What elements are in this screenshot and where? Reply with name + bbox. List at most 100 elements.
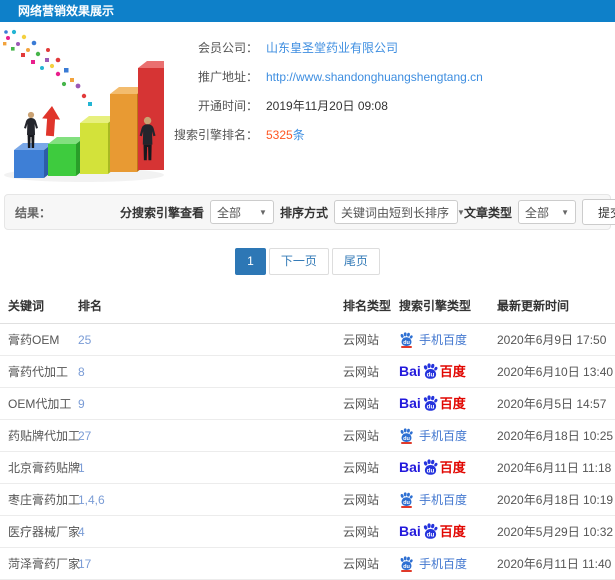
promo-url-label: 推广地址：	[197, 70, 258, 84]
engine-cell: Bai百度 手机百度	[391, 515, 489, 548]
article-type-select[interactable]: 全部 ▼	[518, 200, 576, 224]
rank-link[interactable]: 1	[78, 461, 85, 475]
ranking-count-value: 5325条	[266, 127, 305, 144]
rank-link[interactable]: 9	[78, 397, 85, 411]
baidu-swoosh-icon	[401, 346, 412, 348]
ranking-count-number: 5325	[266, 128, 293, 142]
header-rank: 排名	[70, 291, 335, 324]
baidu-mobile-logo: 手机百度	[399, 427, 467, 444]
article-type-label: 文章类型	[463, 205, 512, 220]
rank-type-cell: 云网站	[335, 547, 391, 580]
table-row: 膏药代加工 8 云网站 Bai百度 手机百度 2020年6月10日 13:40	[0, 355, 615, 388]
baidu-paw-icon	[422, 395, 439, 412]
engine-cell: Bai百度 手机百度	[391, 387, 489, 420]
baidu-pc-logo: Bai 百度	[399, 523, 466, 540]
table-row: 菏泽膏药厂家 17 云网站 Bai百度 手机百度 2020年6月11日 11:4…	[0, 547, 615, 580]
last-page-button[interactable]: 尾页	[331, 248, 380, 275]
company-label: 会员公司：	[197, 41, 258, 55]
keyword-cell: 膏药代加工	[0, 355, 70, 388]
article-type-value: 全部	[525, 205, 550, 220]
keyword-ranking-table: 关键词 排名 排名类型 搜索引擎类型 最新更新时间 膏药OEM 25 云网站 B…	[0, 291, 615, 580]
businessman-left	[24, 111, 38, 148]
ranking-count-suffix: 条	[292, 128, 305, 142]
header-updated: 最新更新时间	[489, 291, 615, 324]
rank-link[interactable]: 4	[78, 525, 85, 539]
engine-cell: Bai百度 手机百度	[391, 323, 489, 356]
baidu-paw-icon	[422, 523, 439, 540]
engine-filter-select[interactable]: 全部 ▼	[209, 200, 274, 224]
engine-cell: Bai百度 手机百度	[391, 355, 489, 388]
result-label: 结果：	[15, 205, 52, 220]
page-button-current[interactable]: 1	[235, 248, 266, 275]
rank-link[interactable]: 8	[78, 365, 85, 379]
table-row: OEM代加工 9 云网站 Bai百度 手机百度 2020年6月5日 14:57	[0, 387, 615, 420]
up-arrow-icon	[42, 106, 61, 137]
keyword-cell: 菏泽膏药厂家	[0, 547, 80, 580]
info-row-company: 会员公司： 山东皇圣堂药业有限公司	[168, 40, 615, 57]
table-row: 枣庄膏药加工 1,4,6 云网站 Bai百度 手机百度 2020年6月18日 1…	[0, 483, 615, 516]
header-keyword: 关键词	[0, 291, 70, 324]
rank-type-cell: 云网站	[335, 451, 391, 484]
keyword-cell: 药贴牌代加工	[0, 419, 80, 452]
updated-cell: 2020年6月9日 17:50	[489, 323, 615, 356]
engine-cell: Bai百度 手机百度	[391, 451, 489, 484]
updated-cell: 2020年6月18日 10:25	[489, 419, 615, 452]
sort-select[interactable]: 关键词由短到长排序 ▼	[333, 200, 465, 224]
updated-cell: 2020年6月11日 11:40	[489, 547, 615, 580]
updated-cell: 2020年6月11日 11:18	[489, 451, 615, 484]
baidu-pc-logo: Bai 百度	[399, 459, 466, 476]
keyword-cell: OEM代加工	[0, 387, 71, 420]
table-row: 医疗器械厂家 4 云网站 Bai百度 手机百度 2020年5月29日 10:32	[0, 515, 615, 548]
next-page-button[interactable]: 下一页	[268, 248, 329, 275]
table-row: 膏药OEM 25 云网站 Bai百度 手机百度 2020年6月9日 17:50	[0, 323, 615, 356]
filter-controls: 分搜索引擎查看 全部 ▼ 排序方式 关键词由短到长排序 ▼ 文章类型 全部 ▼ …	[119, 199, 615, 225]
rank-type-cell: 云网站	[335, 419, 391, 452]
baidu-swoosh-icon	[401, 570, 412, 572]
rank-link[interactable]: 1,4,6	[78, 493, 105, 507]
keyword-cell: 膏药OEM	[0, 323, 70, 356]
baidu-mobile-logo: 手机百度	[399, 491, 467, 508]
page-title: 网络营销效果展示	[18, 4, 115, 18]
bar-green	[48, 137, 85, 176]
baidu-paw-icon	[422, 363, 439, 380]
rank-type-cell: 云网站	[335, 515, 391, 548]
opened-time-value: 2019年11月20日 09:08	[266, 99, 388, 113]
ranking-count-label: 搜索引擎排名：	[173, 128, 258, 142]
rank-link[interactable]: 17	[78, 557, 91, 571]
updated-cell: 2020年6月18日 10:19	[489, 483, 615, 516]
submit-button[interactable]: 提交	[582, 199, 615, 225]
member-info: 会员公司： 山东皇圣堂药业有限公司 推广地址： http://www.shand…	[168, 28, 615, 192]
keyword-cell: 枣庄膏药加工	[0, 483, 80, 516]
baidu-swoosh-icon	[401, 442, 412, 444]
engine-cell: Bai百度 手机百度	[391, 547, 489, 580]
rank-type-cell: 云网站	[335, 355, 391, 388]
caret-down-icon: ▼	[561, 207, 569, 217]
growth-chart-illustration	[0, 28, 168, 186]
info-row-ranking: 搜索引擎排名： 5325条	[168, 127, 615, 144]
header-rank-type: 排名类型	[335, 291, 391, 324]
app-header: 网络营销效果展示	[0, 0, 615, 22]
baidu-paw-icon	[422, 459, 439, 476]
rank-type-cell: 云网站	[335, 387, 391, 420]
rank-link[interactable]: 25	[78, 333, 91, 347]
growth-chart-image	[3, 29, 164, 182]
engine-cell: Bai百度 手机百度	[391, 419, 489, 452]
member-profile-section: 会员公司： 山东皇圣堂药业有限公司 推广地址： http://www.shand…	[0, 28, 615, 192]
sort-value: 关键词由短到长排序	[340, 205, 449, 220]
keyword-cell: 北京膏药贴牌	[0, 451, 80, 484]
updated-cell: 2020年6月5日 14:57	[489, 387, 615, 420]
baidu-swoosh-icon	[401, 506, 412, 508]
filter-bar: 结果： 分搜索引擎查看 全部 ▼ 排序方式 关键词由短到长排序 ▼ 文章类型 全…	[4, 194, 615, 230]
table-row: 药贴牌代加工 27 云网站 Bai百度 手机百度 2020年6月18日 10:2…	[0, 419, 615, 452]
rank-type-cell: 云网站	[335, 483, 391, 516]
opened-time-label: 开通时间：	[197, 99, 258, 113]
rank-link[interactable]: 27	[78, 429, 91, 443]
company-link[interactable]: 山东皇圣堂药业有限公司	[266, 41, 398, 55]
engine-cell: Bai百度 手机百度	[391, 483, 489, 516]
promo-url-link[interactable]: http://www.shandonghuangshengtang.cn	[266, 70, 483, 84]
table-row: 北京膏药贴牌 1 云网站 Bai百度 手机百度 2020年6月11日 11:18	[0, 451, 615, 484]
info-row-url: 推广地址： http://www.shandonghuangshengtang.…	[168, 69, 615, 86]
engine-filter-label: 分搜索引擎查看	[119, 205, 204, 220]
baidu-pc-logo: Bai 百度	[399, 363, 466, 380]
updated-cell: 2020年5月29日 10:32	[489, 515, 615, 548]
